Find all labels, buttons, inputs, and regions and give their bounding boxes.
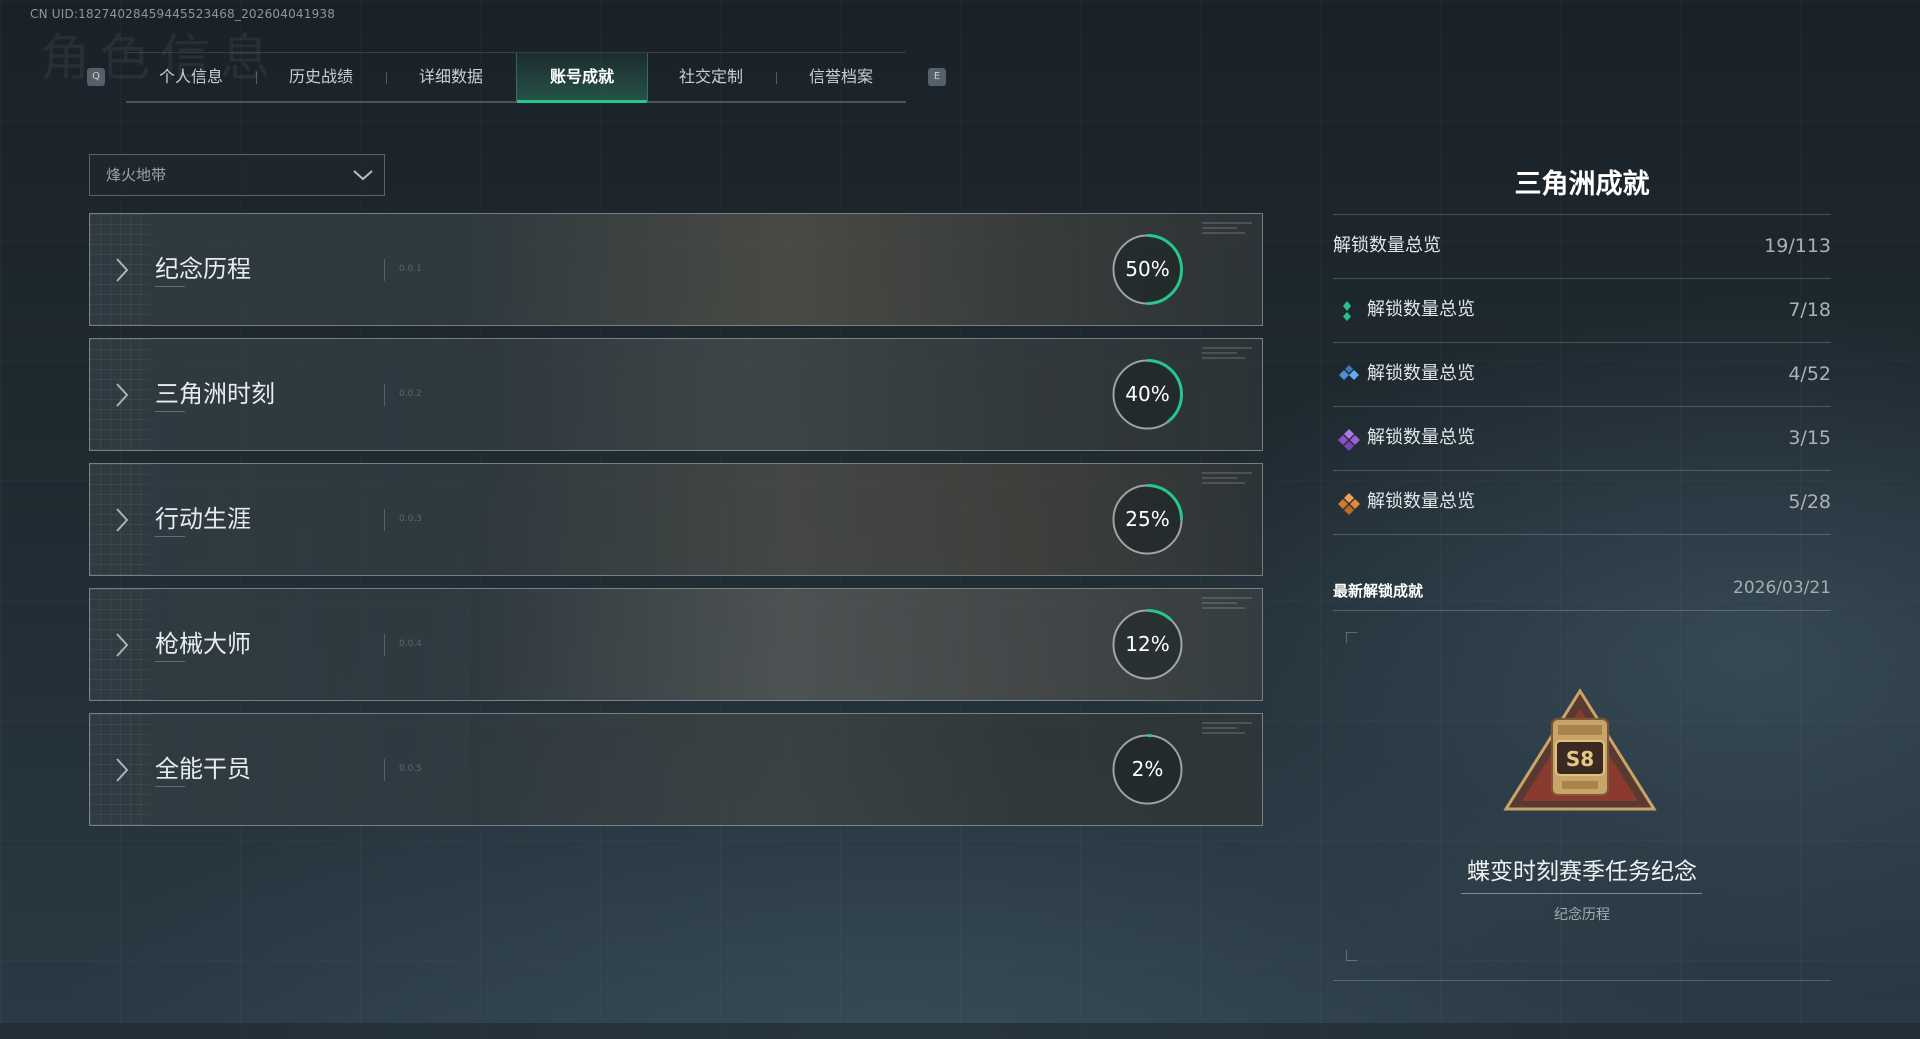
category-code: 0.0.1 xyxy=(399,264,422,274)
stat-label: 解锁数量总览 xyxy=(1367,363,1475,384)
tab-detailed-data[interactable]: 详细数据 xyxy=(386,53,516,101)
stat-row-total: 解锁数量总览 19/113 xyxy=(1333,226,1831,266)
stat-row-tier-1: 解锁数量总览 7/18 xyxy=(1333,290,1831,330)
category-name: 三角洲时刻 xyxy=(155,380,275,408)
stat-label: 解锁数量总览 xyxy=(1367,299,1475,320)
tab-social-custom[interactable]: 社交定制 xyxy=(646,53,776,101)
green-gem-icon xyxy=(1343,301,1351,321)
progress-percent: 2% xyxy=(1131,757,1164,781)
progress-percent: 50% xyxy=(1125,257,1170,281)
chevron-right-icon xyxy=(116,258,129,282)
stat-value: 5/28 xyxy=(1788,491,1831,513)
stat-row-tier-2: 解锁数量总览 4/52 xyxy=(1333,354,1831,394)
category-name: 行动生涯 xyxy=(155,505,251,533)
uid-label: CN UID:18274028459445523468_202604041938 xyxy=(30,7,336,21)
chevron-down-icon xyxy=(353,170,373,181)
chevron-right-icon xyxy=(116,758,129,782)
tab-match-history[interactable]: 历史战绩 xyxy=(256,53,386,101)
chevron-right-icon xyxy=(116,383,129,407)
category-card-weapon-master[interactable]: 枪械大师 0.0.4 12% xyxy=(89,588,1263,701)
tab-personal-info[interactable]: 个人信息 xyxy=(126,53,256,101)
chevron-right-icon xyxy=(116,508,129,532)
category-code: 0.0.4 xyxy=(399,639,422,649)
stat-label: 解锁数量总览 xyxy=(1367,427,1475,448)
category-name: 全能干员 xyxy=(155,755,251,783)
tab-bar: 个人信息 历史战绩 详细数据 账号成就 社交定制 信誉档案 xyxy=(126,52,906,103)
stat-value: 3/15 xyxy=(1788,427,1831,449)
stat-row-tier-3: 解锁数量总览 3/15 xyxy=(1333,418,1831,458)
progress-percent: 25% xyxy=(1125,507,1170,531)
stat-label: 解锁数量总览 xyxy=(1367,491,1475,512)
panel-title: 三角洲成就 xyxy=(1514,169,1650,200)
chevron-right-icon xyxy=(116,633,129,657)
category-code: 0.0.5 xyxy=(399,764,422,774)
achievement-name[interactable]: 蝶变时刻赛季任务纪念 xyxy=(1333,852,1831,886)
category-card-delta-moments[interactable]: 三角洲时刻 0.0.2 40% xyxy=(89,338,1263,451)
stat-label: 解锁数量总览 xyxy=(1333,235,1441,256)
category-name: 枪械大师 xyxy=(155,630,251,658)
tab-account-achievements[interactable]: 账号成就 xyxy=(516,53,648,103)
progress-percent: 12% xyxy=(1125,632,1170,656)
e-key-hint[interactable]: E xyxy=(928,68,946,86)
blue-gem-icon xyxy=(1339,365,1359,380)
latest-unlocked-heading: 最新解锁成就 xyxy=(1333,582,1424,600)
q-key-hint[interactable]: Q xyxy=(87,68,105,86)
orange-gem-icon xyxy=(1338,493,1360,515)
category-card-operation-career[interactable]: 行动生涯 0.0.3 25% xyxy=(89,463,1263,576)
bottom-bar xyxy=(0,1023,1920,1039)
progress-percent: 40% xyxy=(1125,382,1170,406)
badge-text: S8 xyxy=(1566,747,1594,771)
category-code: 0.0.3 xyxy=(399,514,422,524)
purple-gem-icon xyxy=(1338,429,1360,451)
achievement-badge-icon[interactable]: S8 xyxy=(1500,685,1660,815)
category-code: 0.0.2 xyxy=(399,389,422,399)
stat-value: 19/113 xyxy=(1764,235,1831,257)
stat-value: 7/18 xyxy=(1788,299,1831,321)
stat-value: 4/52 xyxy=(1788,363,1831,385)
mode-dropdown-value: 烽火地带 xyxy=(106,166,167,184)
tab-credit-record[interactable]: 信誉档案 xyxy=(776,53,906,101)
stat-row-tier-4: 解锁数量总览 5/28 xyxy=(1333,482,1831,522)
category-name: 纪念历程 xyxy=(155,255,251,283)
category-card-all-round-operator[interactable]: 全能干员 0.0.5 2% xyxy=(89,713,1263,826)
latest-unlocked-date: 2026/03/21 xyxy=(1733,578,1831,598)
achievement-category: 纪念历程 xyxy=(1554,907,1610,923)
category-card-commemoration[interactable]: 纪念历程 0.0.1 50% xyxy=(89,213,1263,326)
mode-dropdown[interactable]: 烽火地带 xyxy=(89,154,385,196)
